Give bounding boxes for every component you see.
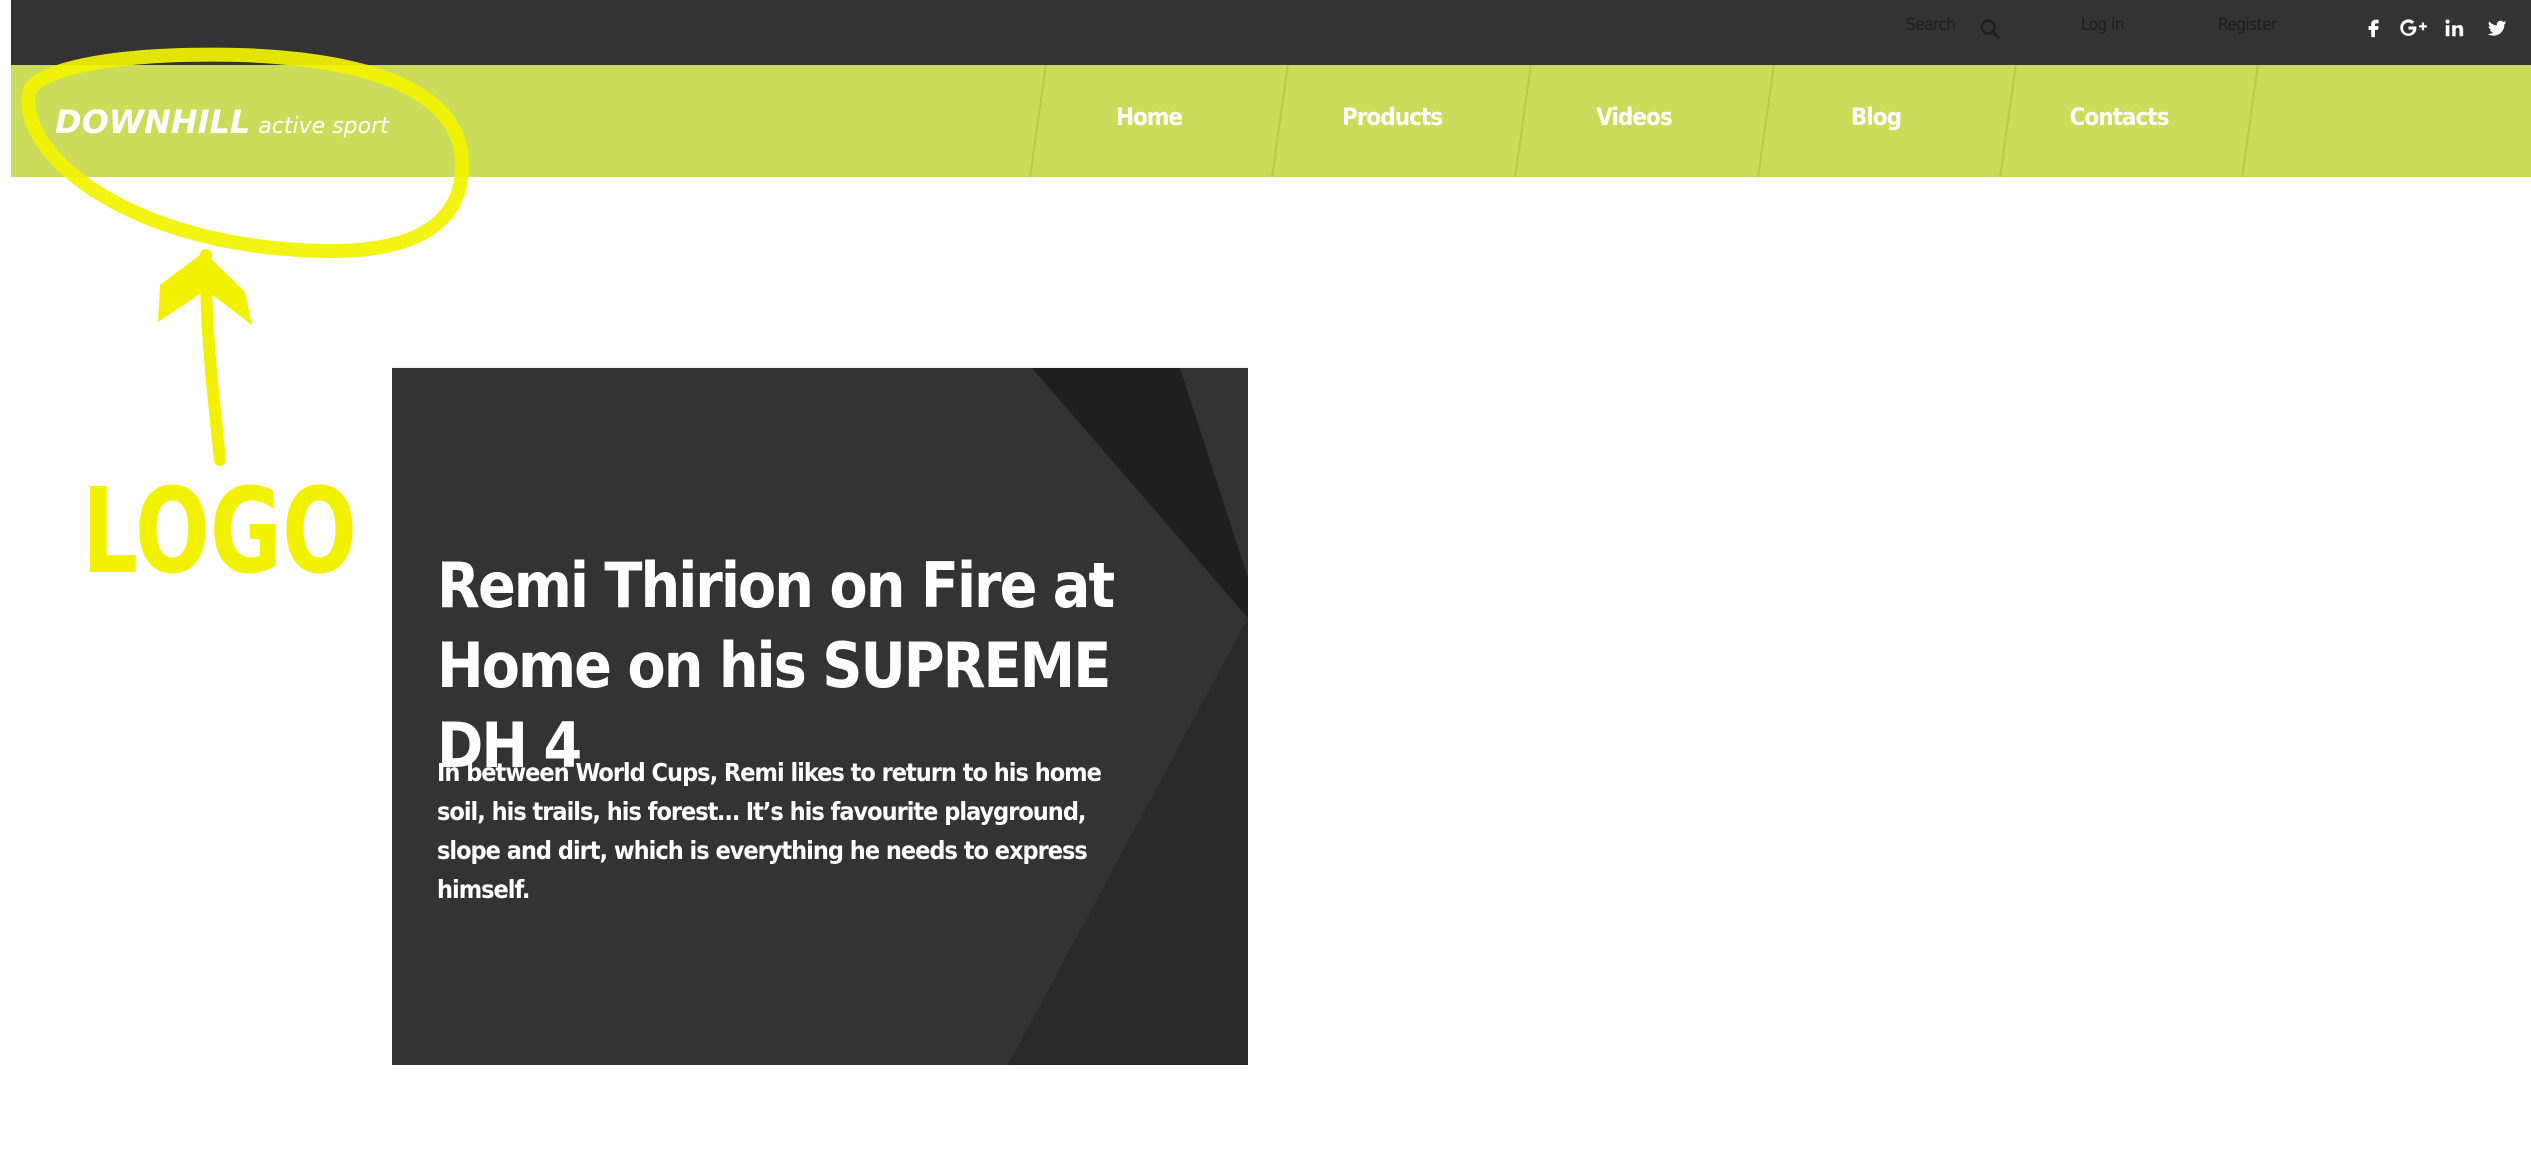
nav-divider [1999, 65, 2017, 177]
nav-divider [1029, 65, 1047, 177]
nav-item-products[interactable]: Products [1292, 103, 1492, 131]
annotation-arrowhead [158, 252, 252, 325]
nav-item-videos[interactable]: Videos [1534, 103, 1734, 131]
register-link[interactable]: Register [2218, 15, 2277, 35]
annotation-label: LOGO [82, 462, 357, 600]
article-card[interactable]: Remi Thirion on Fire at Home on his SUPR… [392, 368, 1248, 1065]
brand-logo[interactable]: DOWNHILL active sport [55, 103, 389, 141]
article-title[interactable]: Remi Thirion on Fire at Home on his SUPR… [437, 546, 1157, 786]
facebook-icon[interactable] [2361, 14, 2387, 42]
google-plus-icon[interactable] [2396, 14, 2432, 42]
brand-name: DOWNHILL [55, 103, 251, 141]
nav-item-contacts[interactable]: Contacts [2019, 103, 2219, 131]
top-bar: Search Log in Register [11, 0, 2531, 65]
search-icon[interactable] [1979, 18, 2001, 40]
annotation-arrow [199, 249, 226, 466]
login-link[interactable]: Log in [2081, 15, 2125, 35]
twitter-icon[interactable] [2484, 14, 2510, 42]
nav-item-home[interactable]: Home [1049, 103, 1249, 131]
nav-divider [2241, 65, 2259, 177]
nav-divider [1271, 65, 1289, 177]
main-nav: DOWNHILL active sport Home Products Video… [11, 65, 2531, 177]
nav-divider [1757, 65, 1775, 177]
nav-item-blog[interactable]: Blog [1776, 103, 1976, 131]
article-excerpt: In between World Cups, Remi likes to ret… [437, 758, 1102, 904]
brand-tagline: active sport [258, 114, 389, 139]
search-link[interactable]: Search [1906, 15, 1956, 35]
linkedin-icon[interactable] [2441, 14, 2467, 42]
nav-divider [1514, 65, 1532, 177]
